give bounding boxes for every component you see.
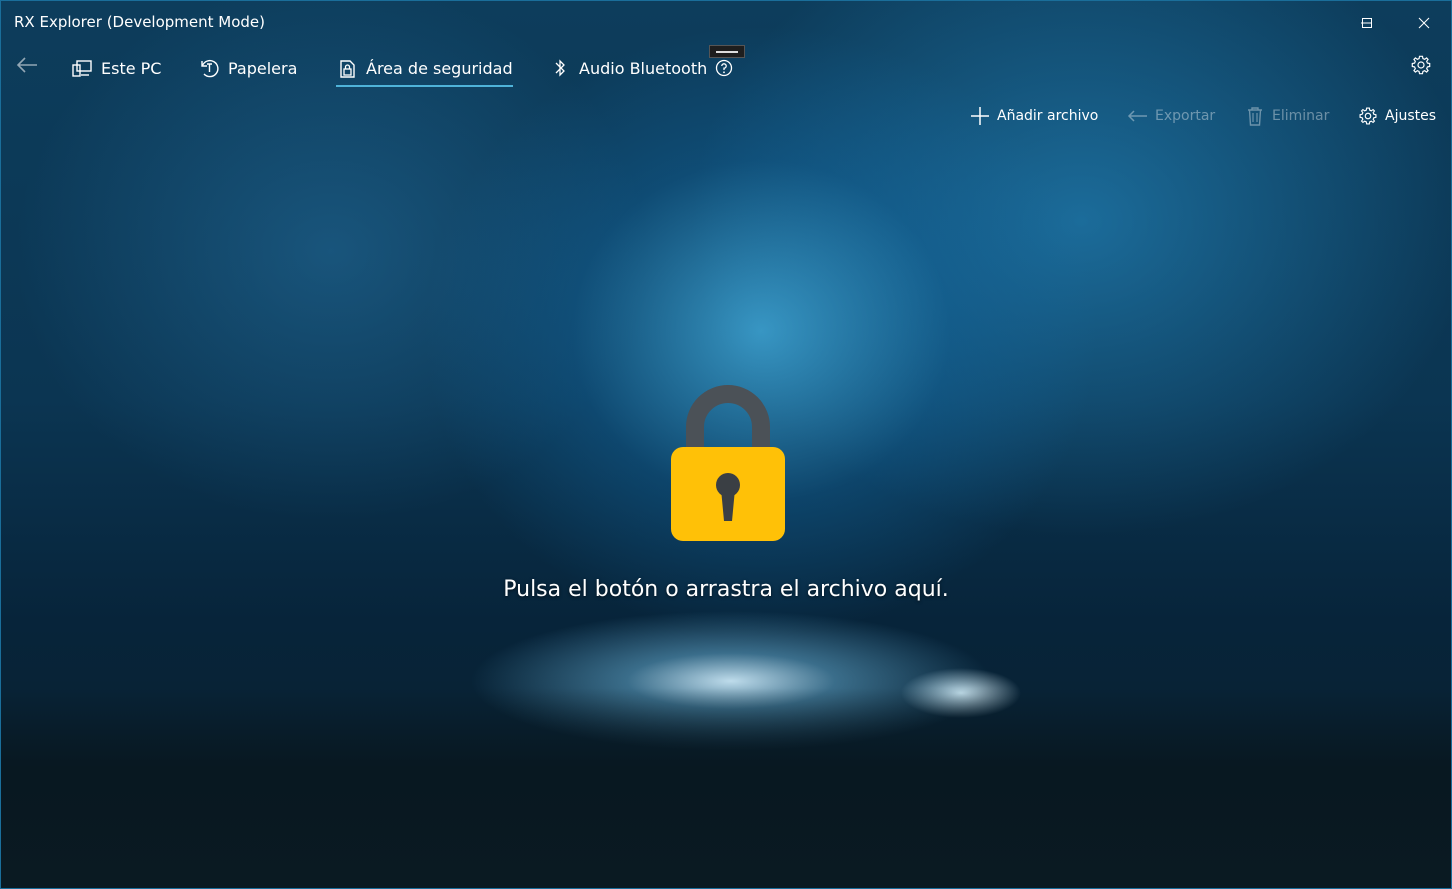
- secure-area-icon: [336, 57, 358, 79]
- tab-papelera[interactable]: Papelera: [198, 53, 297, 83]
- trash-icon: [1244, 105, 1266, 127]
- export-arrow-icon: [1127, 105, 1149, 127]
- this-pc-icon: [71, 57, 93, 79]
- background-floor: [1, 688, 1451, 888]
- bluetooth-icon: [549, 57, 571, 79]
- tab-este-pc[interactable]: Este PC: [71, 53, 161, 83]
- nav-settings-button[interactable]: [1409, 55, 1433, 79]
- settings-button[interactable]: Ajustes: [1357, 101, 1436, 131]
- settings-label: Ajustes: [1385, 108, 1437, 124]
- tab-label: Papelera: [228, 58, 298, 78]
- add-file-button[interactable]: Añadir archivo: [969, 101, 1098, 131]
- tab-label: Este PC: [101, 58, 162, 78]
- gear-icon: [1357, 105, 1379, 127]
- window-title: RX Explorer (Development Mode): [14, 13, 266, 31]
- delete-label: Eliminar: [1272, 108, 1330, 124]
- close-button[interactable]: [1395, 1, 1451, 45]
- tab-area-de-seguridad[interactable]: Área de seguridad: [336, 53, 513, 87]
- question-circle-icon[interactable]: [715, 59, 733, 77]
- close-icon: [1418, 17, 1430, 29]
- maximize-button[interactable]: [1338, 1, 1396, 45]
- tooltip-indicator: [709, 45, 745, 58]
- add-file-label: Añadir archivo: [997, 108, 1099, 124]
- padlock-icon: [671, 381, 785, 541]
- plus-icon: [969, 105, 991, 127]
- export-label: Exportar: [1155, 108, 1216, 124]
- drop-hint-text: Pulsa el botón o arrastra el archivo aqu…: [503, 577, 949, 602]
- gear-icon: [1410, 54, 1432, 80]
- back-button[interactable]: [13, 55, 41, 79]
- app-window: RX Explorer (Development Mode) Este PC P…: [0, 0, 1452, 889]
- arrow-left-icon: [16, 56, 38, 78]
- maximize-icon: [1361, 17, 1373, 29]
- delete-button[interactable]: Eliminar: [1244, 101, 1329, 131]
- title-bar: RX Explorer (Development Mode): [1, 1, 1451, 45]
- recycle-bin-icon: [198, 57, 220, 79]
- tab-audio-bluetooth[interactable]: Audio Bluetooth: [549, 53, 733, 83]
- export-button[interactable]: Exportar: [1127, 101, 1215, 131]
- tab-label: Audio Bluetooth: [579, 58, 708, 78]
- tab-label: Área de seguridad: [366, 58, 513, 78]
